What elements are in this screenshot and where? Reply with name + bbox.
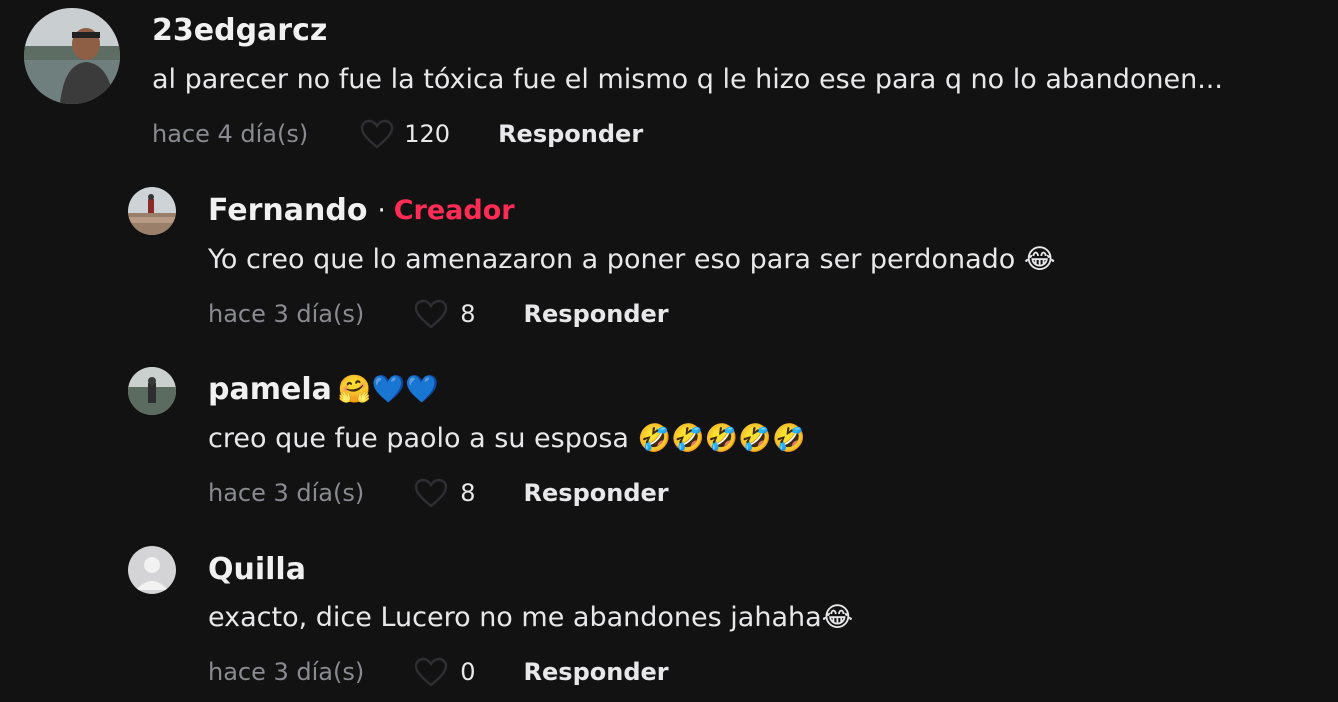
reply-time: hace 3 día(s)	[208, 658, 365, 686]
username-emoji: 🤗💙💙	[337, 374, 439, 405]
default-avatar-icon[interactable]	[128, 546, 176, 594]
like-count: 120	[404, 120, 451, 148]
reply-button[interactable]: Responder	[498, 119, 643, 149]
reply-username[interactable]: pamela	[208, 372, 332, 408]
reply-text: exacto, dice Lucero no me abandones jaha…	[208, 602, 854, 633]
comment-text: al parecer no fue la tóxica fue el mismo…	[152, 64, 1223, 95]
reply-item: pamela 🤗💙💙 creo que fue paolo a su espos…	[0, 350, 1338, 530]
avatar[interactable]	[128, 187, 176, 235]
comment-item: 23edgarcz al parecer no fue la tóxica fu…	[0, 0, 1338, 170]
reply-button[interactable]: Responder	[524, 299, 669, 329]
comment-time: hace 4 día(s)	[152, 120, 309, 148]
reply-button[interactable]: Responder	[524, 657, 669, 687]
reply-header: Fernando · Creador	[208, 193, 515, 229]
reply-text: creo que fue paolo a su esposa 🤣🤣🤣🤣🤣	[208, 423, 806, 454]
reply-meta: hace 3 día(s) 0 Responder	[208, 657, 669, 687]
reply-username[interactable]: Fernando	[208, 193, 367, 229]
heart-icon[interactable]	[360, 119, 394, 149]
reply-item: Fernando · Creador Yo creo que lo amenaz…	[0, 170, 1338, 350]
creator-badge: Creador	[393, 195, 515, 226]
like-count: 8	[460, 300, 476, 328]
reply-text: Yo creo que lo amenazaron a poner eso pa…	[208, 244, 1056, 275]
reply-time: hace 3 día(s)	[208, 300, 365, 328]
reply-meta: hace 3 día(s) 8 Responder	[208, 299, 669, 329]
reply-time: hace 3 día(s)	[208, 479, 365, 507]
comment-thread: 23edgarcz al parecer no fue la tóxica fu…	[0, 0, 1338, 702]
reply-item: Quilla exacto, dice Lucero no me abandon…	[0, 530, 1338, 702]
separator-dot: ·	[377, 196, 386, 226]
heart-icon[interactable]	[414, 478, 448, 508]
reply-meta: hace 3 día(s) 8 Responder	[208, 478, 669, 508]
comment-meta: hace 4 día(s) 120 Responder	[152, 119, 643, 149]
avatar[interactable]	[128, 367, 176, 415]
comment-username[interactable]: 23edgarcz	[152, 13, 327, 49]
like-count: 0	[460, 658, 476, 686]
like-count: 8	[460, 479, 476, 507]
reply-button[interactable]: Responder	[524, 478, 669, 508]
avatar[interactable]	[24, 8, 120, 104]
heart-icon[interactable]	[414, 299, 448, 329]
reply-username[interactable]: Quilla	[208, 552, 306, 588]
heart-icon[interactable]	[414, 657, 448, 687]
reply-header: pamela 🤗💙💙	[208, 372, 439, 408]
